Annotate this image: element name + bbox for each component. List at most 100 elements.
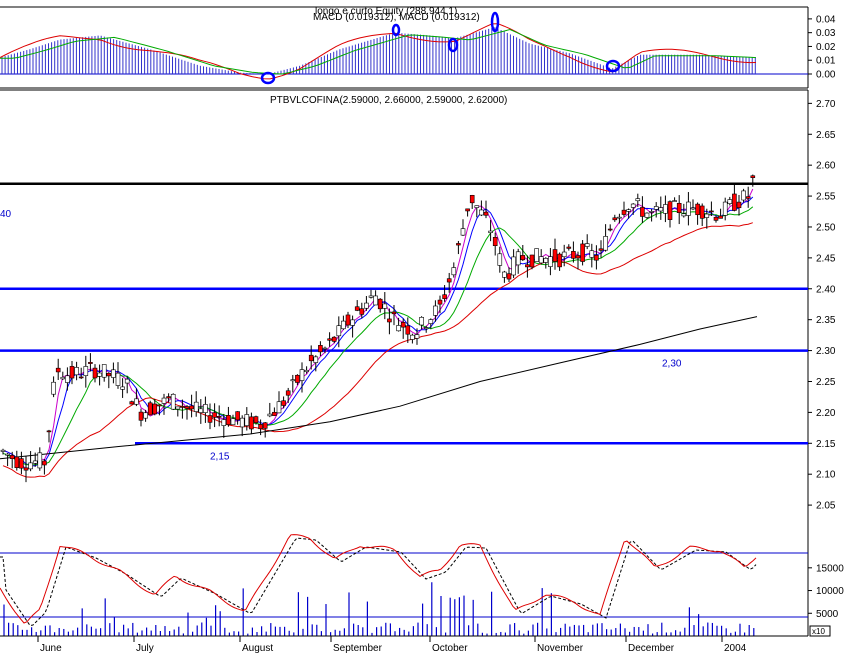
candle-body <box>617 216 622 219</box>
candle-body <box>244 414 250 426</box>
price-tick-label: 2.70 <box>816 99 836 110</box>
candle-body <box>157 404 162 407</box>
candle-body <box>580 243 585 262</box>
volume-tick-label: 15000 <box>816 563 844 574</box>
price-title: PTBVLCOFINA(2.59000, 2.66000, 2.59000, 2… <box>270 95 507 106</box>
candle-body <box>538 256 544 264</box>
candle-body <box>433 305 438 316</box>
candle-body <box>649 211 654 213</box>
price-tick-label: 2.60 <box>816 161 836 172</box>
candle-body <box>419 316 424 326</box>
candle-body <box>143 412 148 419</box>
candle-body <box>635 198 641 202</box>
candle-body <box>373 295 378 306</box>
candle-body <box>584 243 590 247</box>
candle-body <box>239 417 245 428</box>
candle-body <box>78 376 84 379</box>
candle-body <box>184 406 190 409</box>
candle-body <box>456 243 461 246</box>
candle-body <box>483 211 489 216</box>
candle-body <box>387 318 392 323</box>
candle-body <box>548 256 553 267</box>
candle-body <box>488 230 493 233</box>
macd-tick-label: 0.04 <box>816 14 836 25</box>
candle-body <box>138 411 144 421</box>
candle-body <box>566 246 572 249</box>
candle-body <box>663 204 668 214</box>
candle-body <box>55 367 61 373</box>
candle-body <box>341 320 346 330</box>
candle-body <box>350 319 355 326</box>
candle-body <box>515 251 521 266</box>
candle-body <box>465 208 470 212</box>
candle-body <box>331 336 337 342</box>
candle-body <box>423 327 429 330</box>
candle-body <box>359 308 365 315</box>
candle-body <box>511 256 516 276</box>
candle-body <box>626 209 631 212</box>
candle-body <box>354 306 360 311</box>
candle-body <box>612 217 618 221</box>
candle-body <box>322 347 328 350</box>
candle-body <box>97 372 102 377</box>
candle-body <box>120 386 125 390</box>
price-tick-label: 2.50 <box>816 222 836 233</box>
candle-body <box>74 367 79 376</box>
candle-body <box>318 345 323 353</box>
candle-body <box>129 401 135 405</box>
candle-body <box>65 375 70 383</box>
candle <box>534 248 539 262</box>
candle-body <box>732 193 737 211</box>
candle-body <box>543 258 549 263</box>
candle-body <box>492 236 498 247</box>
candle-body <box>189 405 194 410</box>
macd-tick-label: 0.02 <box>816 42 836 53</box>
volume-unit-label: x10 <box>812 627 825 636</box>
candle-body <box>681 213 687 217</box>
candle-body <box>442 294 447 299</box>
candle-body <box>198 408 204 413</box>
candle-body <box>653 206 659 210</box>
candle-body <box>272 411 277 416</box>
candle-body <box>152 403 158 415</box>
macd-tick-label: 0.03 <box>816 28 836 39</box>
candle-body <box>207 415 213 423</box>
candle-body <box>88 362 93 364</box>
candle-body <box>451 267 457 276</box>
candle-body <box>391 311 397 315</box>
candle-body <box>479 209 484 216</box>
candle-body <box>124 378 130 384</box>
candle-body <box>28 462 33 470</box>
candle-body <box>295 374 300 383</box>
candle-body <box>285 390 291 396</box>
candle-body <box>571 251 576 259</box>
candle-body <box>709 210 714 213</box>
candle-body <box>686 201 691 216</box>
price-tick-label: 2.40 <box>816 284 836 295</box>
candle-body <box>644 212 650 218</box>
x-tick-label: August <box>242 643 273 654</box>
candle-body <box>249 416 254 430</box>
candle-body <box>699 205 705 219</box>
candle-body <box>106 372 112 377</box>
candle-body <box>134 398 139 405</box>
candle-body <box>147 402 153 416</box>
price-tick-label: 2.65 <box>816 130 836 141</box>
candle-body <box>69 366 75 379</box>
volume-tick-label: 10000 <box>816 586 844 597</box>
candle-body <box>276 401 282 414</box>
x-tick-label: October <box>432 643 468 654</box>
candle-body <box>216 416 222 418</box>
volume-tick-label: 5000 <box>816 609 839 620</box>
candle-body <box>235 411 240 421</box>
candle-body <box>19 458 24 469</box>
candle-body <box>5 453 10 456</box>
candle-body <box>170 393 176 410</box>
candle-body <box>9 455 15 459</box>
candle-body <box>713 216 719 221</box>
candle-body <box>727 199 733 204</box>
candle-body <box>101 364 107 378</box>
candle <box>580 240 585 266</box>
candle-body <box>469 194 475 204</box>
level-label: 2,15 <box>210 451 230 462</box>
